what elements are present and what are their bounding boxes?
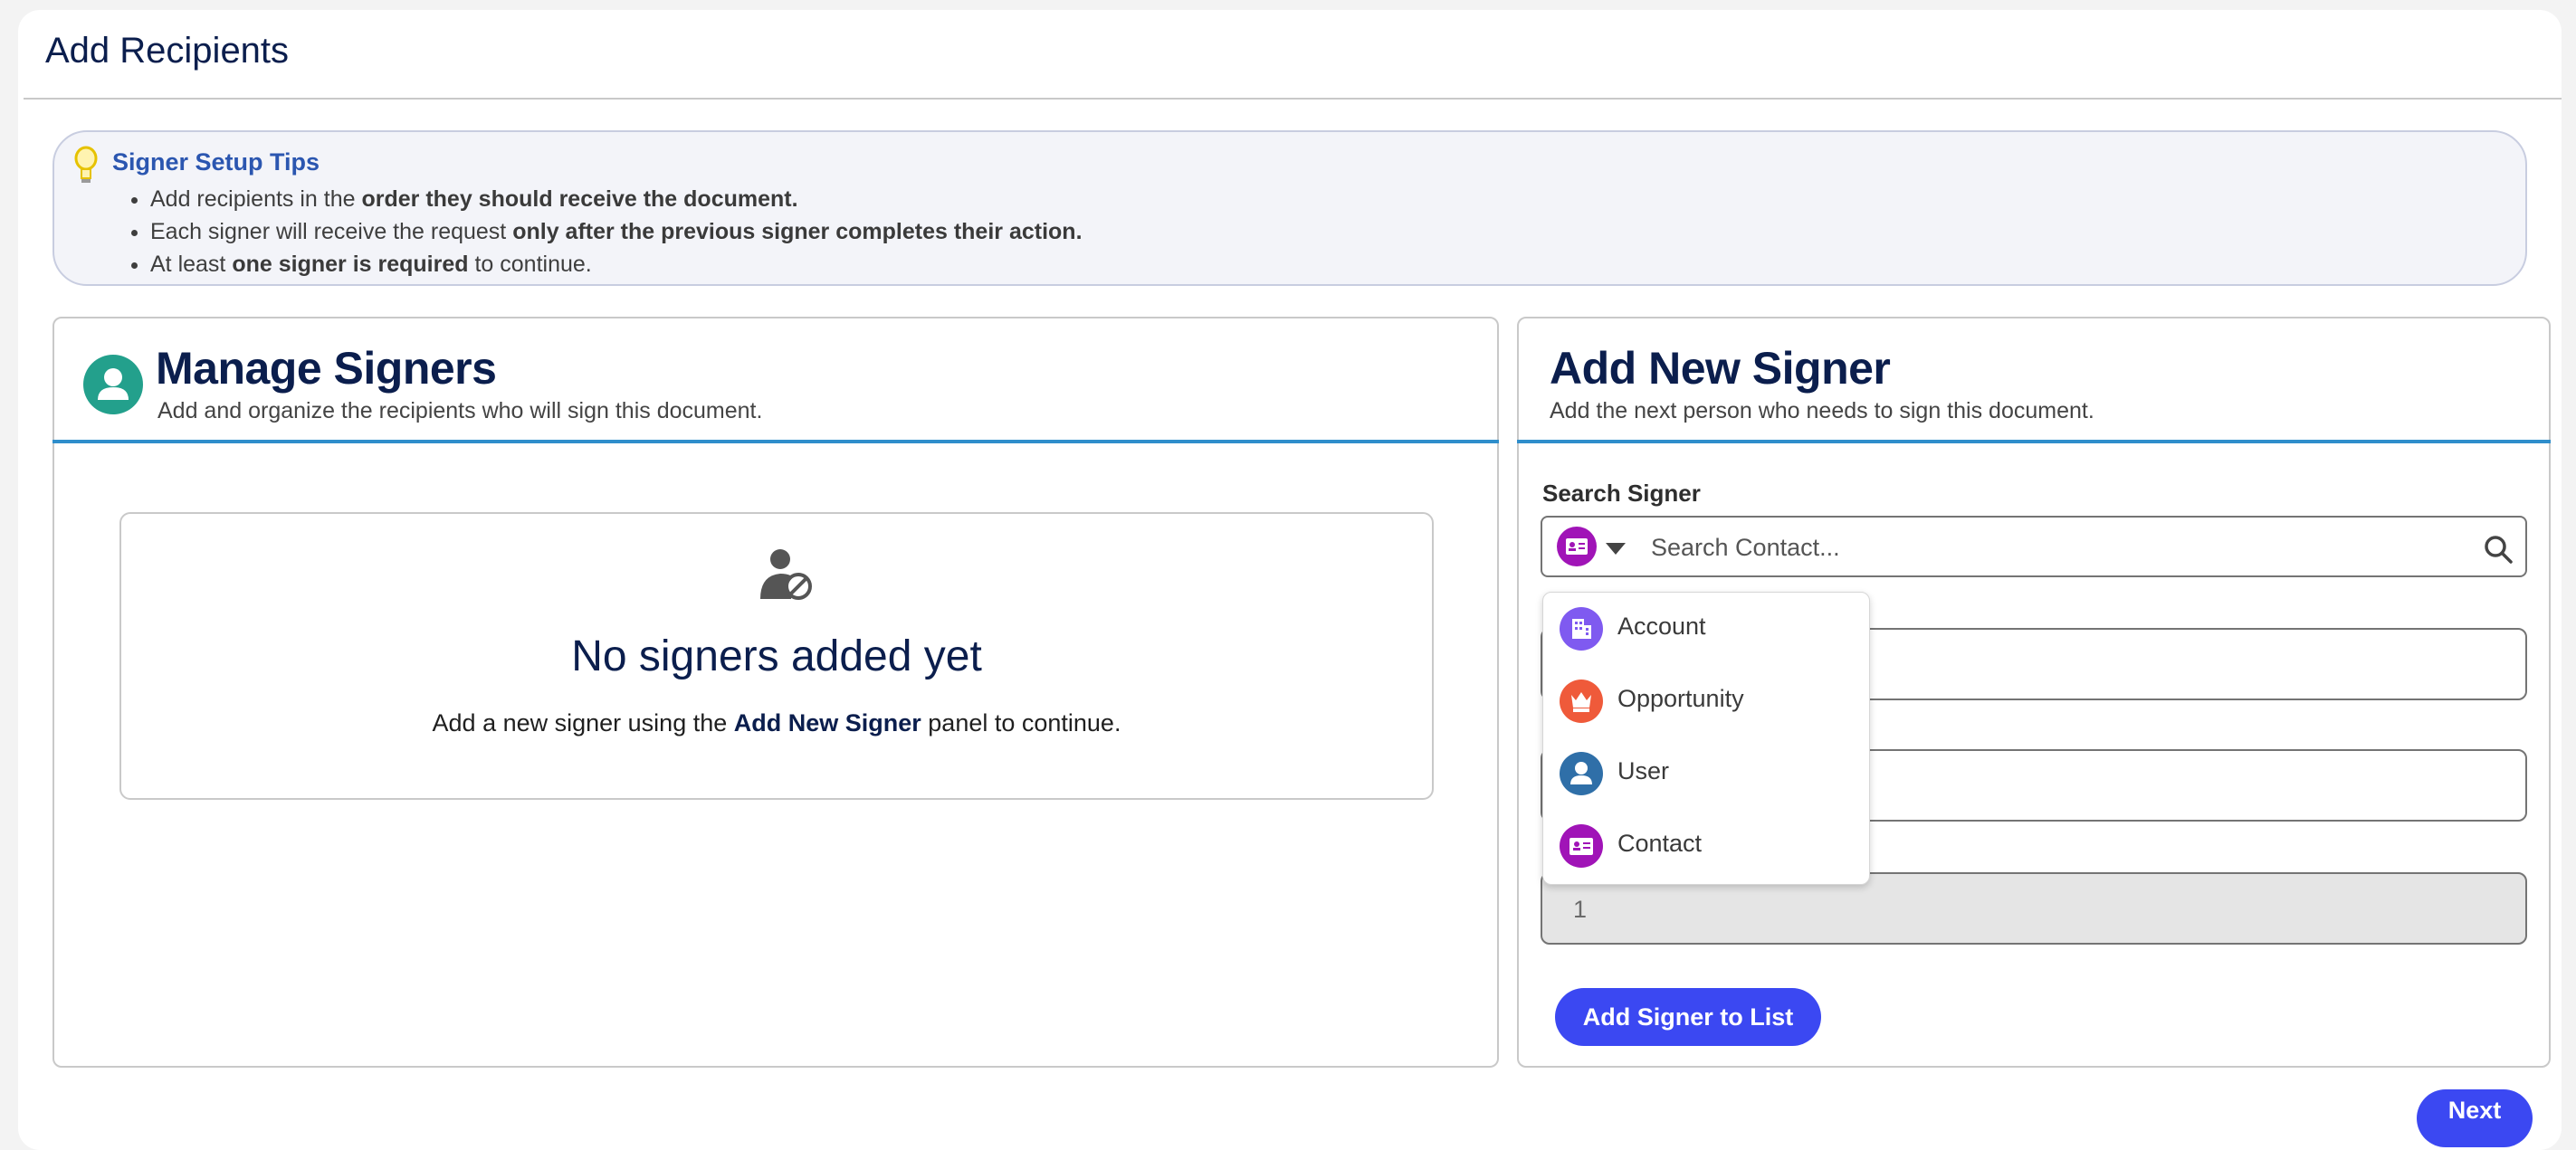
page-title: Add Recipients (45, 31, 290, 71)
add-new-signer-title: Add New Signer (1550, 343, 1891, 394)
search-signer-label: Search Signer (1542, 480, 1701, 507)
signer-setup-tips: Signer Setup Tips Add recipients in the … (52, 130, 2527, 286)
next-button[interactable]: Next (2417, 1089, 2533, 1147)
empty-state: No signers added yet Add a new signer us… (119, 512, 1434, 800)
panel-header-divider (52, 440, 1499, 443)
account-icon (1560, 607, 1603, 651)
empty-state-title: No signers added yet (571, 632, 982, 680)
empty-state-text: Add a new signer using the Add New Signe… (432, 709, 1121, 737)
dropdown-item-opportunity[interactable]: Opportunity (1543, 665, 1869, 737)
dropdown-item-label: Contact (1617, 830, 1703, 857)
signing-order-value: 1 (1573, 896, 1588, 923)
object-type-dropdown: Account Opportunity User Contact (1542, 592, 1870, 885)
manage-signers-title: Manage Signers (156, 343, 497, 394)
dropdown-item-user[interactable]: User (1543, 737, 1869, 810)
search-signer-field (1541, 516, 2527, 577)
dropdown-item-contact[interactable]: Contact (1543, 810, 1869, 882)
tip-item: Each signer will receive the request onl… (150, 215, 1083, 248)
dropdown-item-label: Opportunity (1617, 685, 1744, 712)
opportunity-icon (1560, 680, 1603, 723)
contact-icon (1566, 538, 1588, 555)
tip-item: Add recipients in the order they should … (150, 183, 1083, 215)
object-type-selector[interactable] (1557, 527, 1597, 566)
dropdown-item-label: Account (1617, 613, 1706, 640)
tip-item: At least one signer is required to conti… (150, 248, 1083, 280)
add-new-signer-subtitle: Add the next person who needs to sign th… (1550, 398, 2094, 423)
chevron-down-icon[interactable] (1606, 543, 1626, 555)
panel-header-divider (1517, 440, 2551, 443)
lightbulb-icon (74, 146, 98, 183)
search-input[interactable] (1649, 527, 2449, 568)
manage-signers-subtitle: Add and organize the recipients who will… (157, 398, 763, 423)
person-icon (83, 355, 143, 414)
dropdown-item-account[interactable]: Account (1543, 593, 1869, 665)
contact-icon (1560, 824, 1603, 868)
manage-signers-panel: Manage Signers Add and organize the reci… (52, 317, 1499, 1068)
search-icon[interactable] (2482, 533, 2514, 565)
user-blocked-icon (760, 549, 812, 600)
dropdown-item-label: User (1617, 757, 1670, 784)
user-icon (1560, 752, 1603, 795)
tips-title: Signer Setup Tips (112, 148, 320, 176)
title-divider (24, 98, 2562, 100)
tips-list: Add recipients in the order they should … (118, 183, 1083, 280)
add-signer-button[interactable]: Add Signer to List (1555, 988, 1821, 1046)
